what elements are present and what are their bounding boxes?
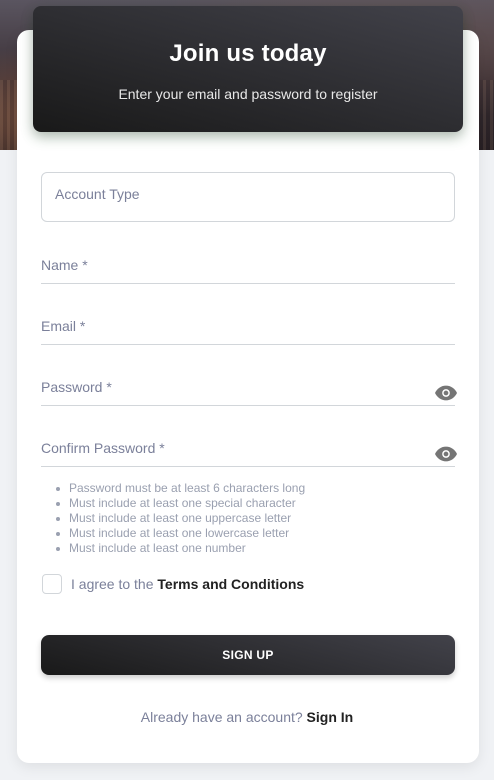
confirm-password-label: Confirm Password * bbox=[41, 440, 165, 456]
page-title: Join us today bbox=[169, 40, 327, 67]
password-requirement: Must include at least one number bbox=[55, 541, 305, 556]
terms-prefix: I agree to the bbox=[71, 576, 158, 592]
password-label: Password * bbox=[41, 379, 112, 395]
password-requirement: Password must be at least 6 characters l… bbox=[55, 481, 306, 495]
password-requirement: Must include at least one special charac… bbox=[55, 496, 305, 511]
confirm-password-field[interactable]: Confirm Password * bbox=[41, 434, 457, 467]
name-field[interactable]: Name * bbox=[41, 251, 455, 284]
email-field[interactable]: Email * bbox=[41, 312, 455, 345]
sign-in-prompt-text: Already have an account? bbox=[140, 709, 307, 725]
sign-in-prompt: Already have an account? Sign In bbox=[0, 709, 494, 725]
terms-agreement: I agree to the Terms and Conditions bbox=[71, 576, 304, 592]
sign-in-link[interactable]: Sign In bbox=[307, 709, 354, 725]
password-requirement: Must include at least one lowercase lett… bbox=[55, 526, 305, 541]
page-subtitle: Enter your email and password to registe… bbox=[118, 86, 378, 102]
card-header: Join us today Enter your email and passw… bbox=[33, 6, 463, 132]
account-type-select[interactable]: Account Type bbox=[41, 172, 455, 222]
account-type-label: Account Type bbox=[55, 186, 140, 202]
eye-icon[interactable] bbox=[435, 385, 457, 401]
email-label: Email * bbox=[41, 318, 86, 334]
password-requirements-list: Password must be at least 6 characters l… bbox=[55, 481, 306, 556]
terms-link[interactable]: Terms and Conditions bbox=[157, 576, 304, 592]
name-label: Name * bbox=[41, 257, 88, 273]
password-requirement: Must include at least one uppercase lett… bbox=[55, 511, 305, 526]
password-field[interactable]: Password * bbox=[41, 373, 457, 406]
sign-up-button[interactable]: SIGN UP bbox=[41, 635, 455, 675]
eye-icon[interactable] bbox=[435, 446, 457, 462]
terms-checkbox[interactable] bbox=[42, 574, 62, 594]
